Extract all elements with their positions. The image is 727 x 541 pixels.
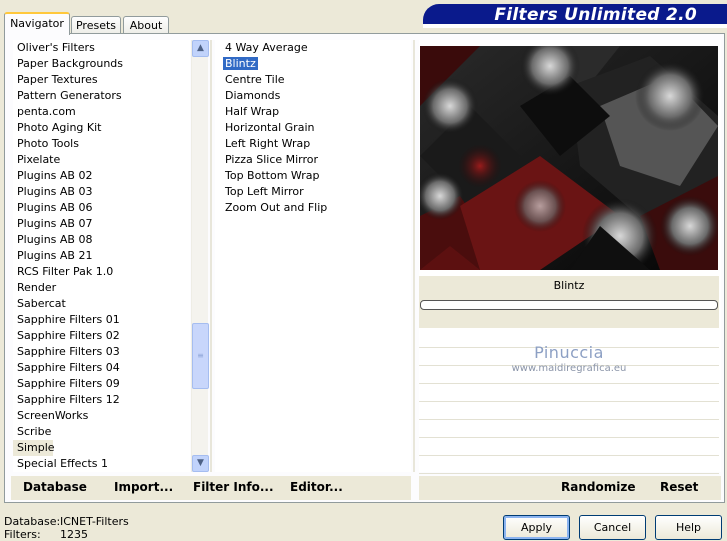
filter-item-label: Pizza Slice Mirror bbox=[225, 153, 319, 166]
category-item[interactable]: Photo Aging Kit bbox=[13, 120, 190, 136]
parameter-row bbox=[419, 420, 719, 438]
filter-item[interactable]: Horizontal Grain bbox=[215, 120, 411, 136]
filter-item-label: Top Bottom Wrap bbox=[225, 169, 320, 182]
category-item[interactable]: Plugins AB 02 bbox=[13, 168, 190, 184]
category-item[interactable]: Special Effects 1 bbox=[13, 456, 190, 472]
category-item[interactable]: Scribe bbox=[13, 424, 190, 440]
filters-label: Filters: bbox=[4, 528, 41, 541]
filter-info-button[interactable]: Filter Info... bbox=[193, 480, 274, 494]
filter-item-label: Horizontal Grain bbox=[225, 121, 315, 134]
progress-track bbox=[420, 300, 718, 310]
filter-item[interactable]: Blintz bbox=[215, 56, 411, 72]
editor-button[interactable]: Editor... bbox=[290, 480, 343, 494]
category-item[interactable]: Plugins AB 08 bbox=[13, 232, 190, 248]
filter-item[interactable]: Zoom Out and Flip bbox=[215, 200, 411, 216]
status-info: Database:ICNET-Filters Filters: 1235 bbox=[4, 515, 129, 541]
parameter-row bbox=[419, 456, 719, 474]
import-button[interactable]: Import... bbox=[114, 480, 173, 494]
filter-item-label: Left Right Wrap bbox=[225, 137, 311, 150]
category-item[interactable]: Sapphire Filters 02 bbox=[13, 328, 190, 344]
progress-bar bbox=[419, 298, 719, 312]
scroll-down-button[interactable]: ▼ bbox=[192, 455, 209, 472]
filter-item[interactable]: Top Left Mirror bbox=[215, 184, 411, 200]
database-button[interactable]: Database bbox=[23, 480, 87, 494]
tab-navigator[interactable]: Navigator bbox=[4, 12, 70, 35]
category-item[interactable]: Sabercat bbox=[13, 296, 190, 312]
category-item[interactable]: Paper Textures bbox=[13, 72, 190, 88]
watermark-url: www.maidiregrafica.eu bbox=[511, 363, 627, 374]
parameter-header bbox=[419, 312, 719, 328]
chevron-down-icon: ▼ bbox=[197, 458, 204, 468]
category-item[interactable]: Photo Tools bbox=[13, 136, 190, 152]
parameter-row bbox=[419, 438, 719, 456]
parameter-row bbox=[419, 384, 719, 402]
filter-item[interactable]: Centre Tile bbox=[215, 72, 411, 88]
filter-item[interactable]: Diamonds bbox=[215, 88, 411, 104]
filter-preview-image bbox=[420, 46, 718, 270]
bottom-toolbar-right: Randomize Reset bbox=[419, 476, 721, 500]
title-banner: Filters Unlimited 2.0 bbox=[423, 4, 727, 28]
randomize-button[interactable]: Randomize bbox=[561, 480, 635, 494]
selected-filter-name: Blintz bbox=[419, 276, 719, 298]
filter-item-label: 4 Way Average bbox=[225, 41, 308, 54]
filter-item-label: Half Wrap bbox=[225, 105, 280, 118]
scroll-thumb[interactable]: ≡ bbox=[192, 323, 209, 389]
category-item[interactable]: Oliver's Filters bbox=[13, 40, 190, 56]
category-item[interactable]: Sapphire Filters 04 bbox=[13, 360, 190, 376]
filter-item-label: Blintz bbox=[223, 57, 258, 70]
category-item[interactable]: penta.com bbox=[13, 104, 190, 120]
cancel-button[interactable]: Cancel bbox=[579, 515, 646, 540]
chevron-up-icon: ▲ bbox=[197, 43, 204, 53]
parameter-row bbox=[419, 402, 719, 420]
filter-item[interactable]: 4 Way Average bbox=[215, 40, 411, 56]
app-title: Filters Unlimited 2.0 bbox=[494, 5, 697, 25]
category-scrollbar[interactable]: ▲ ≡ ▼ bbox=[191, 40, 209, 472]
category-item[interactable]: Sapphire Filters 03 bbox=[13, 344, 190, 360]
category-item[interactable]: Sapphire Filters 01 bbox=[13, 312, 190, 328]
filter-item[interactable]: Top Bottom Wrap bbox=[215, 168, 411, 184]
divider bbox=[413, 40, 415, 472]
help-button[interactable]: Help bbox=[655, 515, 722, 540]
filter-list[interactable]: 4 Way Average Blintz Centre Tile Diamonds Ha… bbox=[215, 40, 411, 472]
category-item[interactable]: Plugins AB 21 bbox=[13, 248, 190, 264]
category-item[interactable]: Sapphire Filters 09 bbox=[13, 376, 190, 392]
category-item[interactable]: Plugins AB 03 bbox=[13, 184, 190, 200]
filter-item[interactable]: Left Right Wrap bbox=[215, 136, 411, 152]
scroll-up-button[interactable]: ▲ bbox=[192, 40, 209, 57]
category-item[interactable]: Paper Backgrounds bbox=[13, 56, 190, 72]
reset-button[interactable]: Reset bbox=[660, 480, 698, 494]
filter-item-label: Zoom Out and Flip bbox=[225, 201, 328, 214]
watermark-name: Pinuccia bbox=[534, 343, 604, 362]
database-value: ICNET-Filters bbox=[60, 515, 129, 528]
category-item[interactable]: Sapphire Filters 12 bbox=[13, 392, 190, 408]
database-label: Database: bbox=[4, 515, 61, 528]
filter-item[interactable]: Pizza Slice Mirror bbox=[215, 152, 411, 168]
navigator-panel: Oliver's Filters Paper Backgrounds Paper T… bbox=[4, 33, 725, 503]
filter-item-label: Top Left Mirror bbox=[225, 185, 304, 198]
filter-item[interactable]: Half Wrap bbox=[215, 104, 411, 120]
bottom-toolbar-left: Database Import... Filter Info... Editor… bbox=[11, 476, 411, 500]
preview-graphic bbox=[420, 46, 718, 270]
category-item[interactable]: Simple bbox=[13, 440, 55, 456]
category-item[interactable]: Pixelate bbox=[13, 152, 190, 168]
category-item[interactable]: Plugins AB 06 bbox=[13, 200, 190, 216]
preview-area: Blintz Pinuccia www.maidiregrafica.eu bbox=[419, 40, 721, 474]
category-item[interactable]: Plugins AB 07 bbox=[13, 216, 190, 232]
category-list[interactable]: Oliver's Filters Paper Backgrounds Paper T… bbox=[13, 40, 190, 472]
filters-count: 1235 bbox=[60, 528, 88, 541]
filter-item-label: Centre Tile bbox=[225, 73, 285, 86]
filter-item-label: Diamonds bbox=[225, 89, 281, 102]
category-item[interactable]: Pattern Generators bbox=[13, 88, 190, 104]
category-item[interactable]: RCS Filter Pak 1.0 bbox=[13, 264, 190, 280]
divider bbox=[210, 40, 212, 472]
apply-button[interactable]: Apply bbox=[503, 515, 570, 540]
category-item[interactable]: ScreenWorks bbox=[13, 408, 190, 424]
category-item[interactable]: Render bbox=[13, 280, 190, 296]
